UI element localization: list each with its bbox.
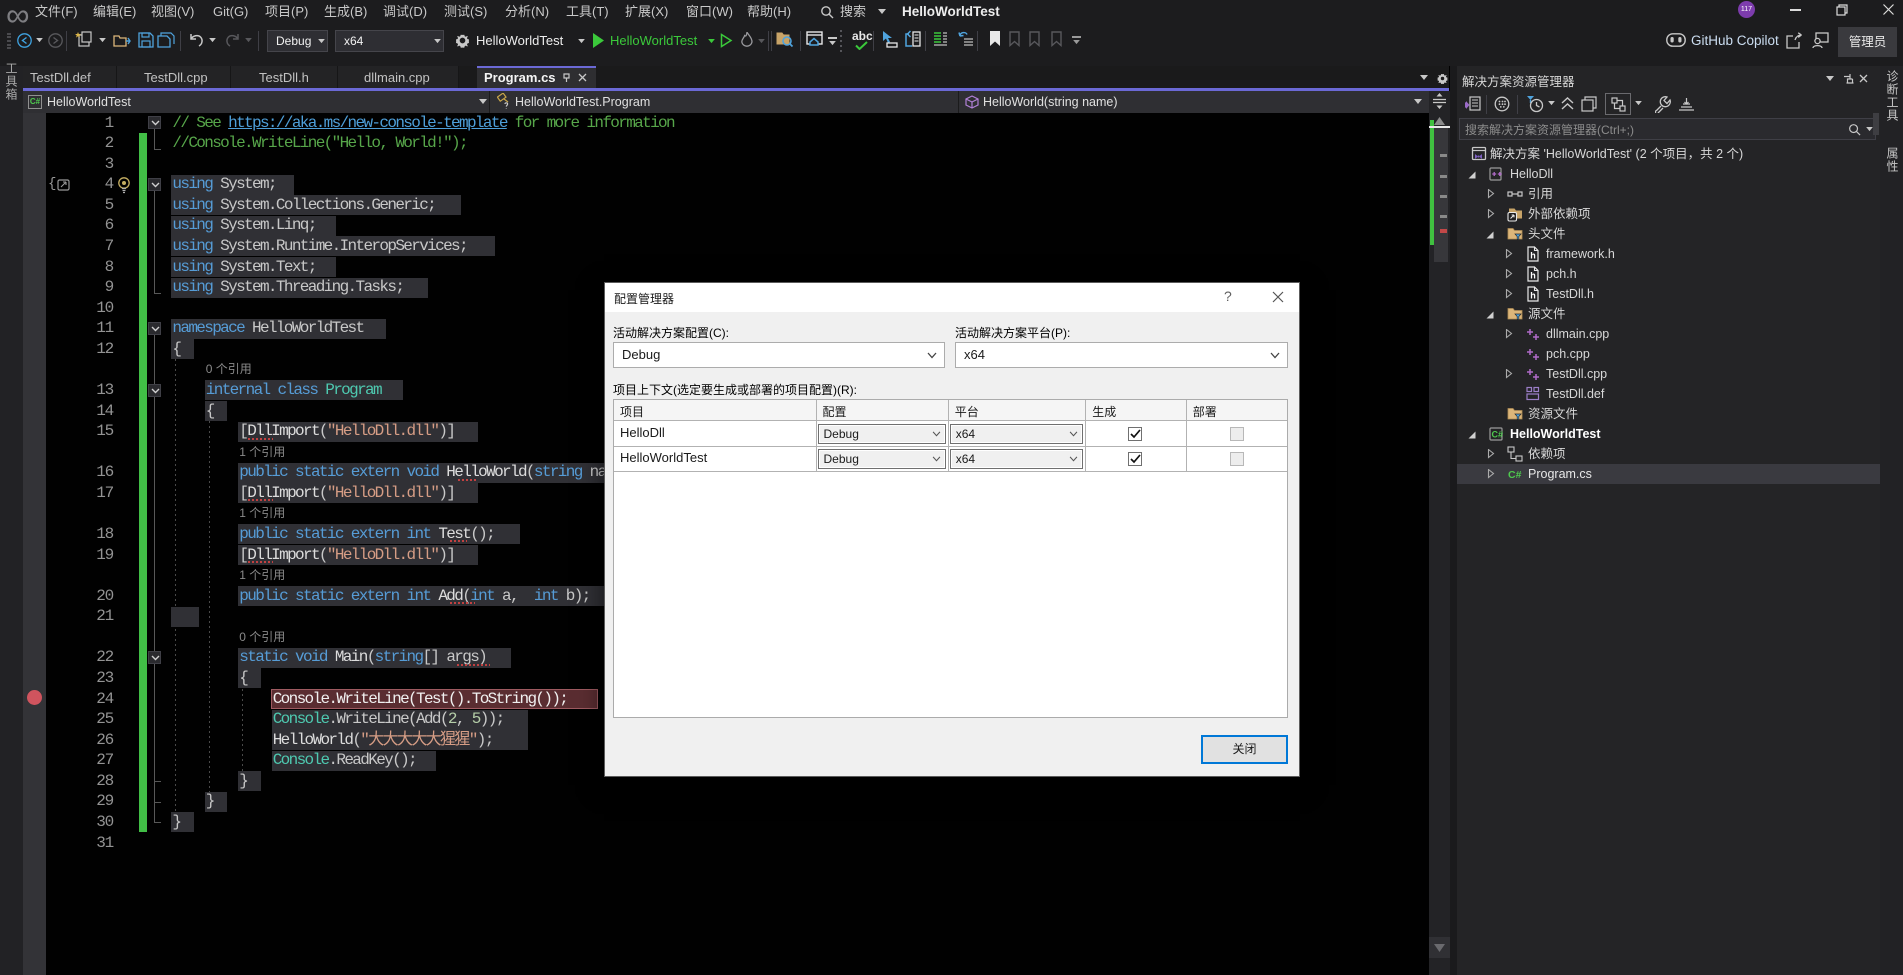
svg-text:C#: C#	[1492, 429, 1504, 439]
svg-text:h: h	[1530, 250, 1536, 260]
svg-text:h: h	[1530, 270, 1536, 280]
svg-text:h: h	[1530, 290, 1536, 300]
svg-text:C#: C#	[1508, 469, 1522, 481]
